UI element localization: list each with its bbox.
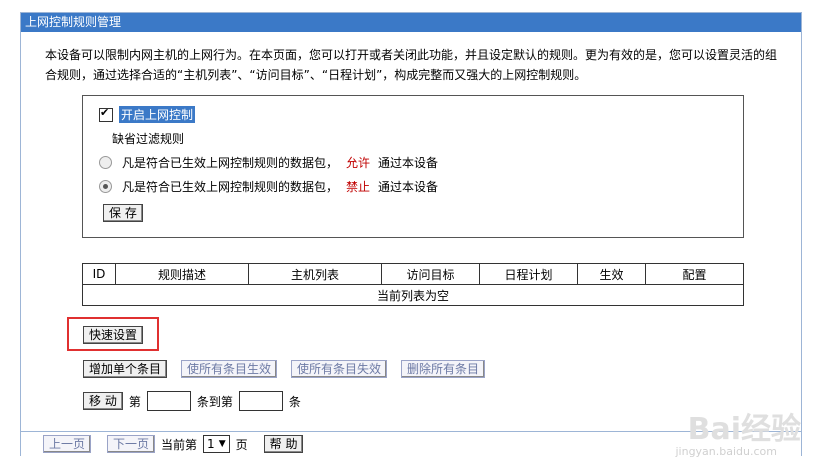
- save-button-wrap: 保 存: [103, 204, 143, 222]
- page-suffix-label: 页: [235, 437, 248, 452]
- next-page-button[interactable]: 下一页: [107, 435, 156, 453]
- page-select[interactable]: 1 ▼: [203, 435, 230, 453]
- page-select-value: 1: [207, 437, 215, 451]
- move-button[interactable]: 移 动: [83, 392, 123, 410]
- move-from-input[interactable]: [146, 391, 191, 411]
- allow-text-prefix: 凡是符合已生效上网控制规则的数据包，: [122, 156, 339, 170]
- allow-word: 允许: [346, 156, 371, 170]
- pagination-row: 上一页 下一页 当前第 1 ▼ 页 帮 助: [43, 435, 317, 453]
- panel-description: 本设备可以限制内网主机的上网行为。在本页面，您可以打开或者关闭此功能，并且设定默…: [45, 48, 778, 82]
- move-from-label: 第: [128, 394, 141, 409]
- enable-control-row[interactable]: 开启上网控制: [99, 106, 196, 123]
- deny-text-prefix: 凡是符合已生效上网控制规则的数据包，: [122, 180, 339, 194]
- add-single-button[interactable]: 增加单个条目: [83, 360, 168, 378]
- rule-management-panel: 上网控制规则管理 本设备可以限制内网主机的上网行为。在本页面，您可以打开或者关闭…: [20, 12, 802, 456]
- prev-page-button[interactable]: 上一页: [43, 435, 92, 453]
- watermark-logo: Bai经验: [687, 412, 801, 447]
- help-button[interactable]: 帮 助: [263, 435, 304, 453]
- enable-control-label: 开启上网控制: [119, 106, 196, 123]
- allow-option-row[interactable]: 凡是符合已生效上网控制规则的数据包， 允许 通过本设备: [99, 154, 438, 171]
- table-row: 当前列表为空: [82, 284, 744, 306]
- rules-table: ID 规则描述 主机列表 访问目标 日程计划 生效 配置 当前列表为空: [82, 263, 744, 306]
- quick-setup-wrap: 快速设置: [83, 326, 144, 344]
- bulk-actions-row: 增加单个条目 使所有条目生效 使所有条目失效 删除所有条目: [83, 360, 499, 378]
- move-row: 移 动 第 条到第 条: [83, 391, 301, 411]
- header-target: 访问目标: [381, 263, 480, 285]
- move-to-input[interactable]: [238, 391, 283, 411]
- default-rule-label: 缺省过滤规则: [112, 132, 185, 146]
- move-suffix-label: 条: [288, 394, 301, 409]
- move-to-label: 条到第: [196, 394, 233, 409]
- deny-radio[interactable]: [99, 180, 112, 193]
- empty-list-message: 当前列表为空: [82, 284, 744, 306]
- enable-control-checkbox[interactable]: [99, 106, 113, 122]
- header-config: 配置: [645, 263, 744, 285]
- chevron-down-icon: ▼: [218, 439, 226, 449]
- header-schedule: 日程计划: [479, 263, 578, 285]
- enable-all-button[interactable]: 使所有条目生效: [181, 360, 278, 378]
- panel-title: 上网控制规则管理: [21, 13, 801, 32]
- header-active: 生效: [577, 263, 646, 285]
- deny-option-row[interactable]: 凡是符合已生效上网控制规则的数据包， 禁止 通过本设备: [99, 178, 438, 195]
- header-id: ID: [82, 263, 116, 285]
- quick-setup-button[interactable]: 快速设置: [83, 326, 144, 344]
- header-description: 规则描述: [115, 263, 249, 285]
- current-page-label: 当前第: [161, 437, 198, 452]
- deny-text-suffix: 通过本设备: [378, 180, 439, 194]
- watermark-url: jingyan.baidu.com: [675, 445, 777, 458]
- deny-word: 禁止: [346, 180, 371, 194]
- control-settings-box: 开启上网控制 缺省过滤规则 凡是符合已生效上网控制规则的数据包， 允许 通过本设…: [82, 95, 744, 238]
- allow-text-suffix: 通过本设备: [378, 156, 439, 170]
- delete-all-button[interactable]: 删除所有条目: [401, 360, 486, 378]
- allow-radio[interactable]: [99, 156, 112, 169]
- disable-all-button[interactable]: 使所有条目失效: [291, 360, 388, 378]
- table-header-row: ID 规则描述 主机列表 访问目标 日程计划 生效 配置: [82, 263, 744, 285]
- header-host-list: 主机列表: [248, 263, 382, 285]
- save-button[interactable]: 保 存: [103, 204, 143, 222]
